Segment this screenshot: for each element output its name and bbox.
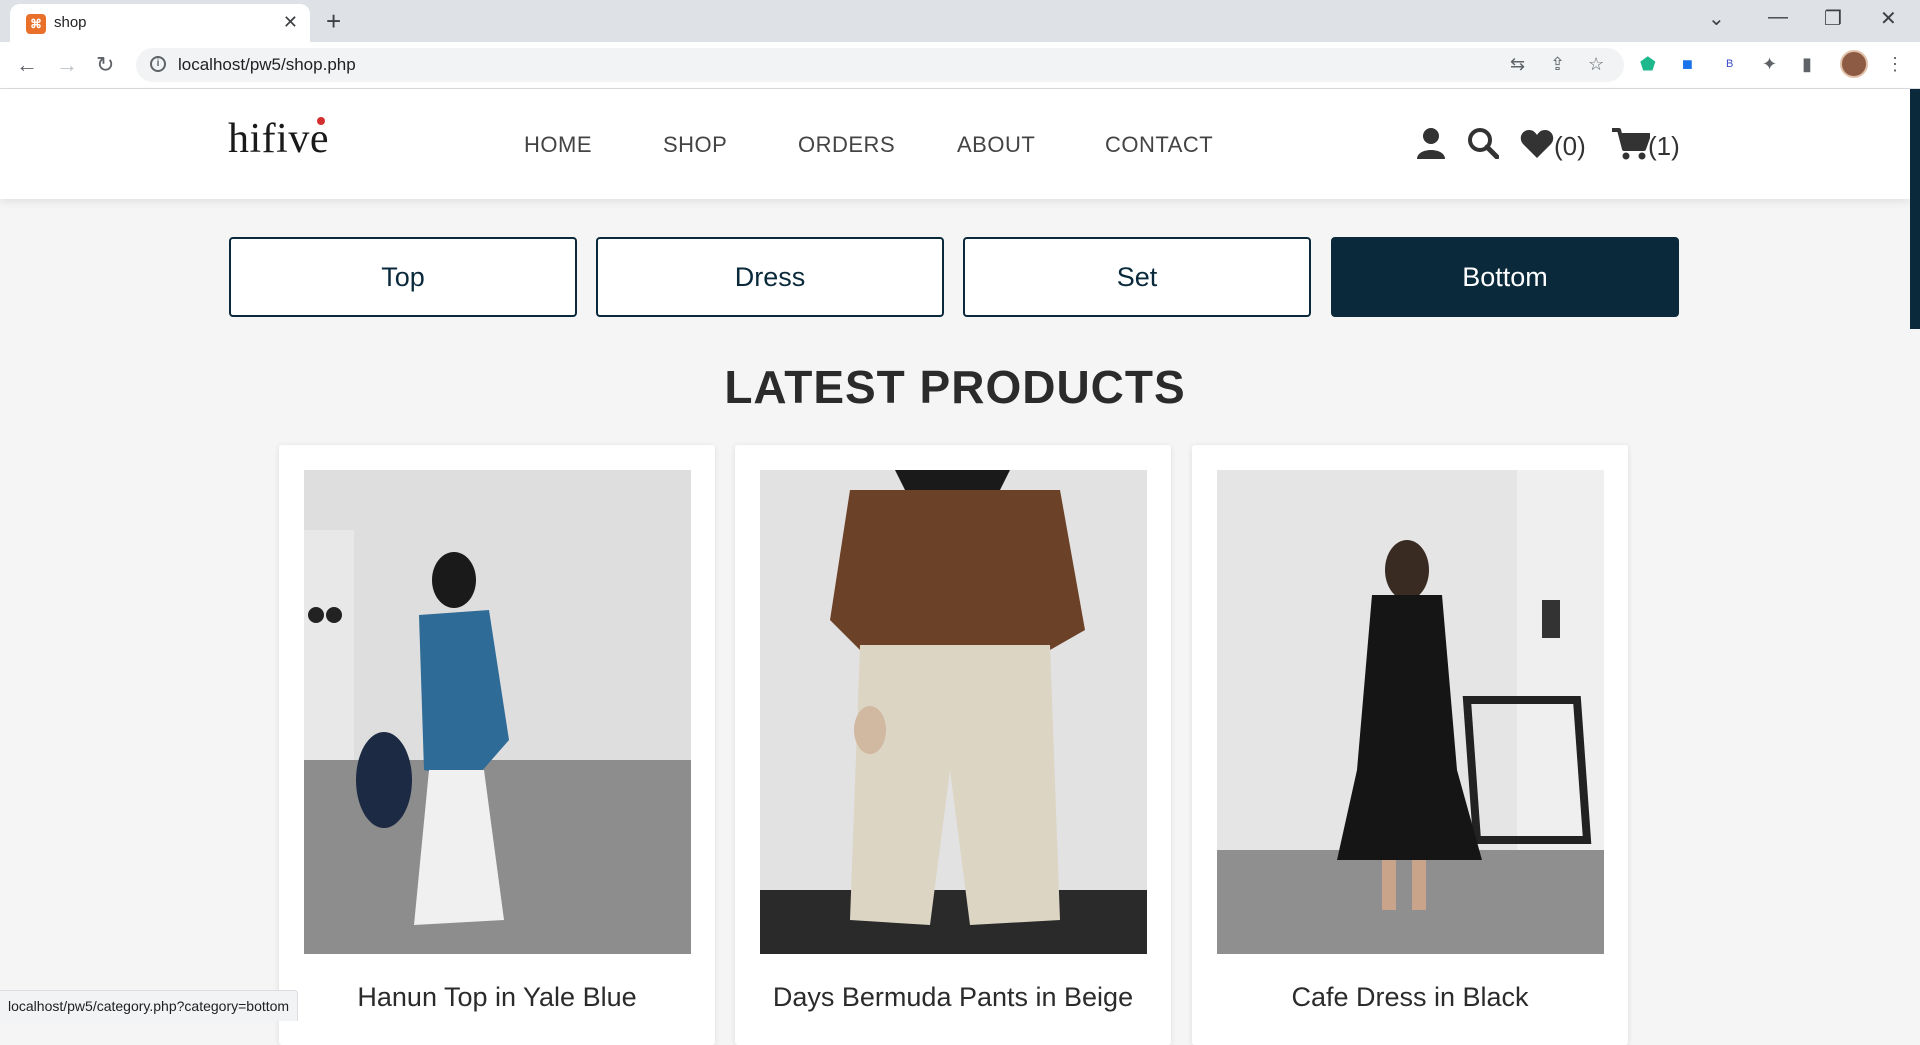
cart-count[interactable]: (1) <box>1648 131 1680 162</box>
reload-icon[interactable]: ↻ <box>96 52 114 78</box>
forward-icon[interactable]: → <box>56 52 78 78</box>
new-tab-icon[interactable]: + <box>326 6 341 37</box>
tab-search-icon[interactable]: ⌄ <box>1708 6 1725 31</box>
nav-orders[interactable]: ORDERS <box>798 132 895 158</box>
xampp-favicon-icon: ⌘ <box>26 14 46 34</box>
close-window-icon[interactable]: ✕ <box>1880 6 1897 31</box>
page-scrollbar-thumb[interactable] <box>1910 89 1920 329</box>
menu-kebab-icon[interactable]: ⋮ <box>1886 54 1904 75</box>
product-card[interactable]: Days Bermuda Pants in Beige <box>735 445 1171 1045</box>
side-panel-icon[interactable]: ▮ <box>1802 54 1812 75</box>
search-icon[interactable] <box>1467 127 1499 159</box>
site-info-icon[interactable]: i <box>150 56 166 72</box>
extension-green-icon[interactable]: ⬟ <box>1640 54 1656 75</box>
product-name[interactable]: Days Bermuda Pants in Beige <box>735 982 1171 1013</box>
nav-shop[interactable]: SHOP <box>663 132 727 158</box>
cart-icon[interactable] <box>1612 127 1650 161</box>
browser-toolbar: ← → ↻ i localhost/pw5/shop.php ⇆ ⇪ ☆ ⬟ ■… <box>0 42 1920 89</box>
link-status-bar: localhost/pw5/category.php?category=bott… <box>0 990 299 1021</box>
tab-title: shop <box>54 14 87 31</box>
extension-b-icon[interactable]: B <box>1726 58 1733 70</box>
section-title: LATEST PRODUCTS <box>724 361 1186 413</box>
category-dress-button[interactable]: Dress <box>596 237 944 317</box>
back-icon[interactable]: ← <box>16 52 38 78</box>
product-photo[interactable] <box>760 470 1147 954</box>
product-name[interactable]: Hanun Top in Yale Blue <box>279 982 715 1013</box>
address-bar[interactable]: i localhost/pw5/shop.php ⇆ ⇪ ☆ <box>136 48 1624 82</box>
extensions-puzzle-icon[interactable]: ✦ <box>1762 54 1777 75</box>
nav-contact[interactable]: CONTACT <box>1105 132 1213 158</box>
heart-icon[interactable] <box>1520 129 1554 159</box>
bookmark-star-icon[interactable]: ☆ <box>1588 54 1604 75</box>
nav-about[interactable]: ABOUT <box>957 132 1035 158</box>
site-header: hifive HOME SHOP ORDERS ABOUT CONTACT (0… <box>0 89 1910 199</box>
minimize-icon[interactable]: — <box>1768 6 1788 29</box>
logo-accent-icon <box>317 117 325 125</box>
wishlist-count[interactable]: (0) <box>1554 131 1586 162</box>
browser-tab-bar: ⌘ shop ✕ + ⌄ — ❐ ✕ <box>0 0 1920 42</box>
profile-avatar[interactable] <box>1840 50 1868 78</box>
share-icon[interactable]: ⇪ <box>1550 54 1565 75</box>
category-bottom-button[interactable]: Bottom <box>1331 237 1679 317</box>
extension-blue-icon[interactable]: ■ <box>1682 54 1693 75</box>
category-set-button[interactable]: Set <box>963 237 1311 317</box>
category-top-button[interactable]: Top <box>229 237 577 317</box>
address-url[interactable]: localhost/pw5/shop.php <box>178 55 356 75</box>
browser-tab[interactable]: ⌘ shop ✕ <box>10 4 310 42</box>
product-photo[interactable] <box>304 470 691 954</box>
restore-icon[interactable]: ❐ <box>1824 6 1842 31</box>
site-logo[interactable]: hifive <box>228 115 329 163</box>
nav-home[interactable]: HOME <box>524 132 592 158</box>
close-tab-icon[interactable]: ✕ <box>283 12 298 33</box>
product-photo[interactable] <box>1217 470 1604 954</box>
product-card[interactable]: Cafe Dress in Black <box>1192 445 1628 1045</box>
translate-icon[interactable]: ⇆ <box>1510 54 1525 75</box>
product-card[interactable]: Hanun Top in Yale Blue <box>279 445 715 1045</box>
product-name[interactable]: Cafe Dress in Black <box>1192 982 1628 1013</box>
user-icon[interactable] <box>1416 127 1446 159</box>
